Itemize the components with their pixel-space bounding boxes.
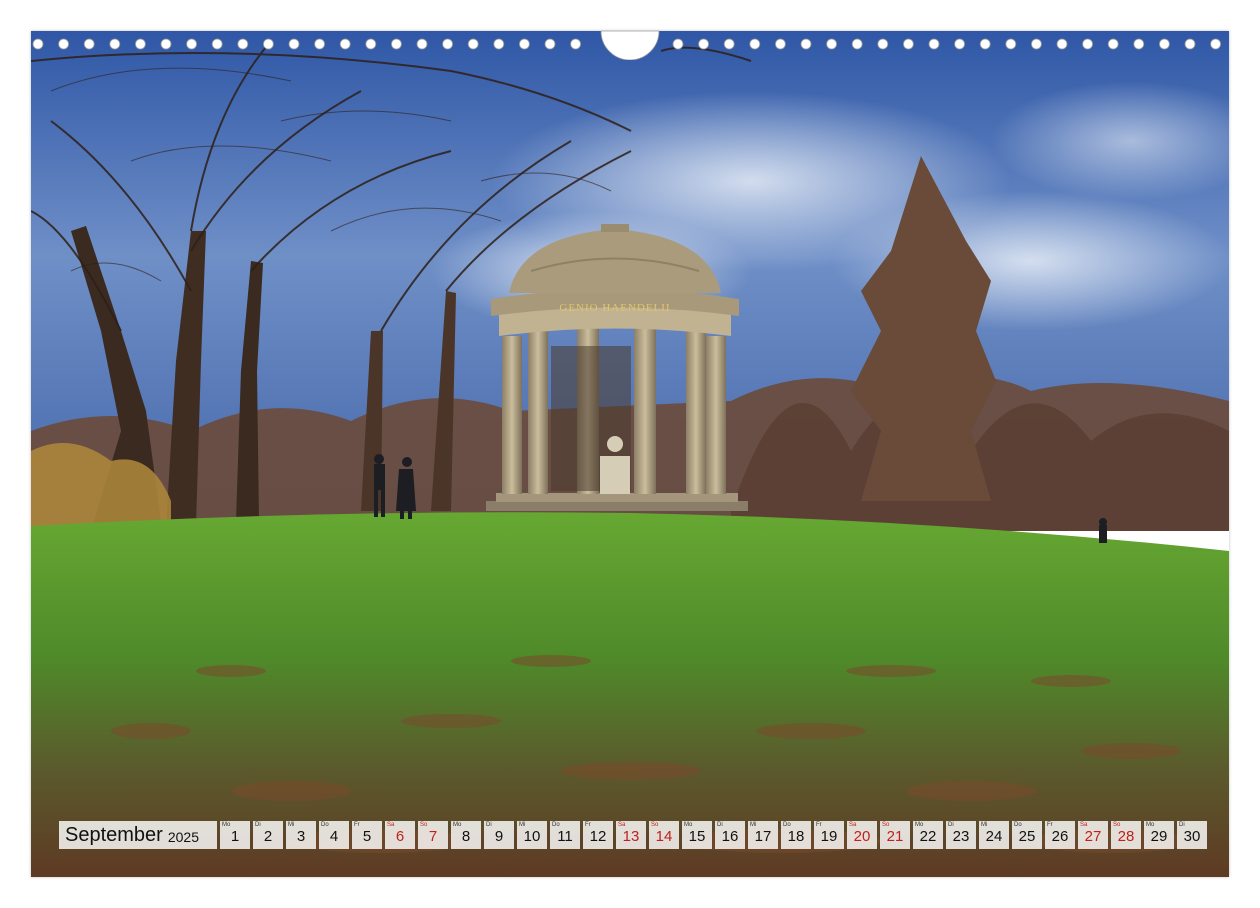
- weekday-label: Di: [486, 822, 492, 828]
- day-number: 3: [296, 828, 306, 845]
- calendar-day: Sa 6: [385, 821, 415, 849]
- weekday-label: So: [420, 822, 428, 828]
- calendar-day: Sa 13: [616, 821, 646, 849]
- day-number: 12: [589, 828, 607, 845]
- day-number: 2: [263, 828, 273, 845]
- park-temple-photo: GENIO HAENDELII: [31, 31, 1229, 877]
- day-number: 20: [853, 828, 871, 845]
- day-number: 26: [1051, 828, 1069, 845]
- day-number: 14: [655, 828, 673, 845]
- day-number: 27: [1084, 828, 1102, 845]
- day-number: 17: [754, 828, 772, 845]
- weekday-label: Mi: [288, 822, 295, 828]
- calendar-day: Fr 12: [583, 821, 613, 849]
- calendar-day: Mi 24: [979, 821, 1009, 849]
- calendar-day: Mo 1: [220, 821, 250, 849]
- day-number: 23: [952, 828, 970, 845]
- calendar-day: Mo 22: [913, 821, 943, 849]
- day-number: 10: [523, 828, 541, 845]
- calendar-day: So 28: [1111, 821, 1141, 849]
- weekday-label: Mo: [453, 822, 462, 828]
- day-number: 11: [557, 828, 573, 845]
- day-number: 1: [230, 828, 240, 845]
- day-number: 7: [428, 828, 438, 845]
- day-number: 29: [1150, 828, 1168, 845]
- day-number: 13: [622, 828, 640, 845]
- day-number: 28: [1117, 828, 1135, 845]
- weekday-label: Mo: [222, 822, 231, 828]
- temple-inscription: GENIO HAENDELII: [559, 302, 670, 314]
- calendar-day: Fr 5: [352, 821, 382, 849]
- weekday-label: Fr: [354, 822, 360, 828]
- calendar-day: Sa 20: [847, 821, 877, 849]
- calendar-day: Mo 8: [451, 821, 481, 849]
- day-number: 21: [886, 828, 904, 845]
- calendar-day: Do 18: [781, 821, 811, 849]
- day-number: 15: [688, 828, 706, 845]
- calendar-day: Do 4: [319, 821, 349, 849]
- weekday-label: Do: [321, 822, 329, 828]
- calendar-day: Di 16: [715, 821, 745, 849]
- day-number: 22: [919, 828, 937, 845]
- calendar-day: Sa 27: [1078, 821, 1108, 849]
- calendar-strip: September 2025 Mo 1 Di 2 Mi 3 Do 4 Fr 5 Sa 6 So 7 Mo 8 D…: [59, 821, 1207, 849]
- calendar-day: Mi 3: [286, 821, 316, 849]
- day-number: 5: [362, 828, 372, 845]
- calendar-day: Di 30: [1177, 821, 1207, 849]
- day-number: 30: [1183, 828, 1201, 845]
- year: 2025: [167, 828, 199, 845]
- calendar-day: So 7: [418, 821, 448, 849]
- calendar-day: Mi 17: [748, 821, 778, 849]
- calendar-day: Fr 26: [1045, 821, 1075, 849]
- calendar-day: Do 25: [1012, 821, 1042, 849]
- day-number: 25: [1018, 828, 1036, 845]
- calendar-day: Mi 10: [517, 821, 547, 849]
- weekday-label: Di: [255, 822, 261, 828]
- day-number: 24: [985, 828, 1003, 845]
- day-number: 4: [329, 828, 339, 845]
- day-number: 19: [820, 828, 838, 845]
- calendar-day: Fr 19: [814, 821, 844, 849]
- month-label-box: September 2025: [59, 821, 217, 849]
- calendar-day: Do 11: [550, 821, 580, 849]
- calendar-day: Mo 29: [1144, 821, 1174, 849]
- month-name: September: [65, 823, 163, 846]
- calendar-day: Mo 15: [682, 821, 712, 849]
- calendar-page: GENIO HAENDELII September 2025 Mo 1 Di 2 Mi 3…: [31, 31, 1229, 877]
- day-number: 16: [721, 828, 739, 845]
- day-number: 8: [461, 828, 471, 845]
- calendar-day: Di 9: [484, 821, 514, 849]
- calendar-day: So 21: [880, 821, 910, 849]
- calendar-day: Di 2: [253, 821, 283, 849]
- weekday-label: Sa: [387, 822, 395, 828]
- day-number: 9: [494, 828, 504, 845]
- calendar-day: So 14: [649, 821, 679, 849]
- day-number: 6: [395, 828, 405, 845]
- calendar-day: Di 23: [946, 821, 976, 849]
- day-number: 18: [787, 828, 805, 845]
